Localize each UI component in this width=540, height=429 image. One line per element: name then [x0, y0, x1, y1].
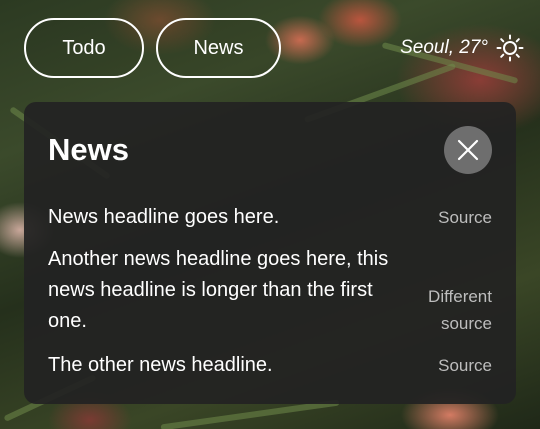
- news-button[interactable]: News: [156, 18, 281, 78]
- news-item: The other news headline. Source: [48, 350, 492, 381]
- weather-widget: Seoul, 27°: [400, 34, 524, 62]
- panel-title: News: [48, 132, 129, 167]
- news-item: Another news headline goes here, this ne…: [48, 244, 492, 337]
- close-button[interactable]: [444, 126, 492, 174]
- news-item: News headline goes here. Source: [48, 202, 492, 233]
- news-source[interactable]: Different source: [412, 283, 492, 337]
- todo-button-label: Todo: [62, 36, 106, 59]
- news-headline[interactable]: News headline goes here.: [48, 202, 279, 233]
- news-headline[interactable]: The other news headline.: [48, 350, 273, 381]
- news-panel: News News headline goes here. Source Ano…: [24, 102, 516, 404]
- close-icon: [457, 139, 479, 161]
- news-headline[interactable]: Another news headline goes here, this ne…: [48, 244, 408, 337]
- sun-icon: [496, 34, 524, 62]
- todo-button[interactable]: Todo: [24, 18, 144, 78]
- news-source[interactable]: Source: [412, 204, 492, 231]
- weather-text: Seoul, 27°: [400, 37, 488, 58]
- news-source[interactable]: Source: [412, 352, 492, 379]
- news-button-label: News: [193, 36, 244, 59]
